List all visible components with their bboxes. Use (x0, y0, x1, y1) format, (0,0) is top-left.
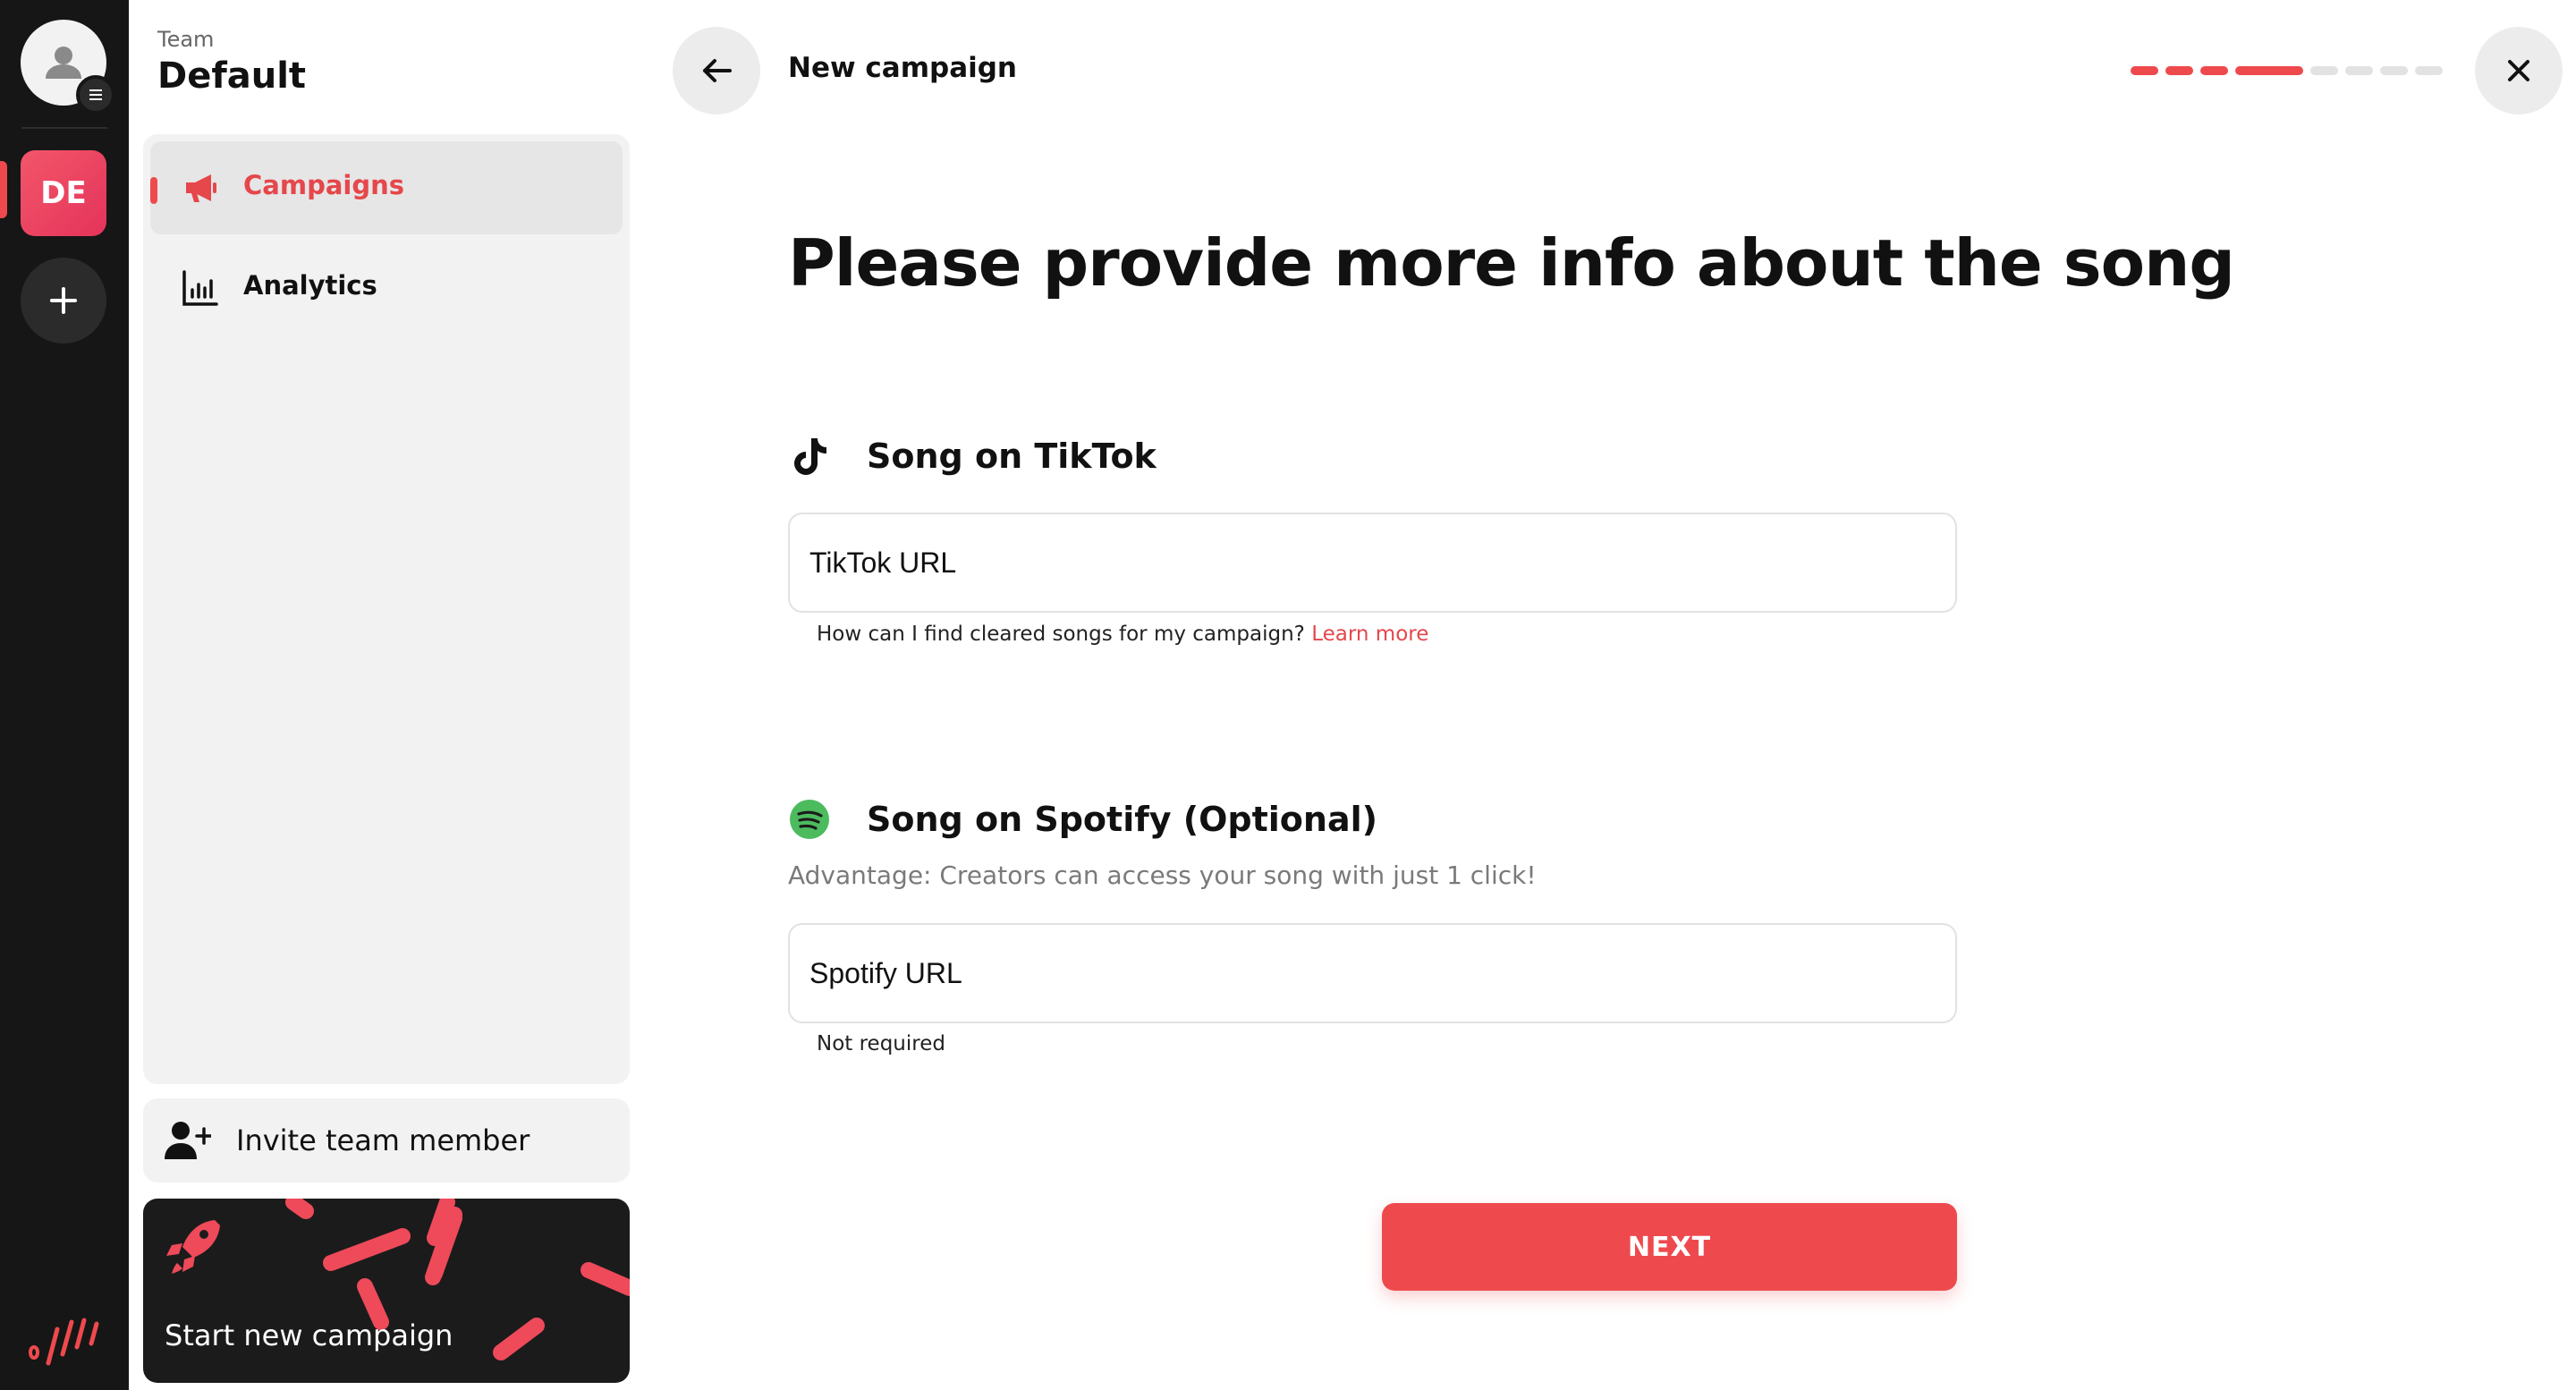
spotify-icon (790, 800, 829, 839)
back-button[interactable] (673, 27, 760, 114)
spotify-section-header: Song on Spotify (Optional) (788, 798, 1377, 841)
progress-step (2415, 66, 2443, 75)
start-new-campaign-card[interactable]: Start new campaign (143, 1199, 630, 1383)
sidebar-item-label: Analytics (243, 270, 377, 301)
progress-step (2380, 66, 2408, 75)
team-name: Default (157, 55, 307, 97)
progress-step (2131, 66, 2158, 75)
rocket-icon (166, 1220, 220, 1274)
invite-label: Invite team member (236, 1123, 530, 1157)
tiktok-icon (794, 438, 826, 475)
form-heading: Please provide more info about the song (788, 225, 2235, 301)
workspace-rail: DE (0, 0, 129, 1390)
progress-step (2165, 66, 2193, 75)
active-indicator (150, 177, 157, 204)
step-progress (2131, 66, 2443, 75)
page-title: New campaign (788, 52, 1017, 84)
spotify-advantage-text: Advantage: Creators can access your song… (788, 860, 1537, 890)
brand-logo-icon (28, 1318, 99, 1366)
sidebar-item-campaigns[interactable]: Campaigns (150, 141, 623, 234)
start-campaign-label: Start new campaign (165, 1318, 453, 1352)
progress-step (2310, 66, 2338, 75)
learn-more-link[interactable]: Learn more (1311, 623, 1428, 646)
spotify-section-title: Song on Spotify (Optional) (867, 800, 1378, 839)
megaphone-icon (186, 174, 216, 202)
next-button[interactable]: NEXT (1382, 1203, 1957, 1291)
tiktok-section-title: Song on TikTok (867, 436, 1157, 476)
rail-divider (21, 127, 107, 129)
tiktok-hint: How can I find cleared songs for my camp… (817, 623, 1428, 646)
tiktok-hint-text: How can I find cleared songs for my camp… (817, 623, 1305, 646)
add-team-button[interactable] (21, 258, 106, 343)
plus-icon (50, 287, 77, 314)
spotify-hint: Not required (817, 1032, 945, 1055)
sidebar-item-label: Campaigns (243, 170, 405, 200)
progress-step (2345, 66, 2373, 75)
active-team-indicator (0, 161, 7, 218)
tiktok-url-input[interactable] (788, 513, 1957, 613)
team-switch-button[interactable]: DE (21, 150, 106, 236)
progress-step-current (2235, 66, 2303, 75)
invite-team-member-button[interactable]: Invite team member (143, 1098, 630, 1182)
add-user-icon (165, 1122, 211, 1159)
progress-step (2200, 66, 2228, 75)
close-icon (2508, 60, 2529, 81)
menu-icon[interactable] (76, 75, 115, 114)
tiktok-section-header: Song on TikTok (788, 435, 1157, 478)
spotify-url-input[interactable] (788, 923, 1957, 1023)
arrow-left-icon (703, 59, 732, 82)
app-root: DE Team Default Campaigns Analytics Invi… (0, 0, 2576, 1390)
team-label: Team (157, 27, 215, 52)
sidebar-item-analytics[interactable]: Analytics (150, 242, 623, 335)
sidebar-nav: Campaigns Analytics (143, 134, 630, 1084)
bar-chart-icon (182, 270, 218, 306)
close-button[interactable] (2475, 27, 2563, 114)
